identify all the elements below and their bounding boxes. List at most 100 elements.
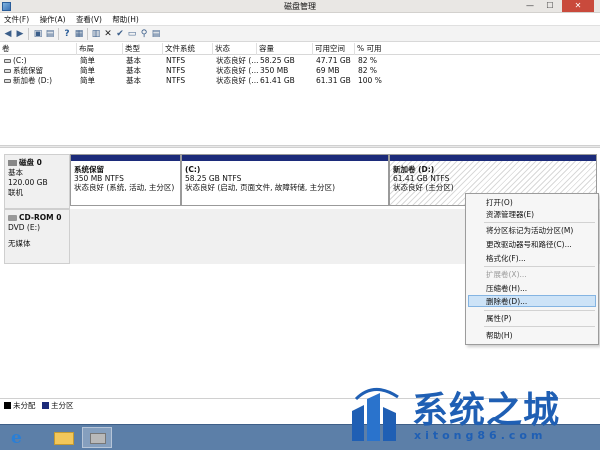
menu-help[interactable]: 帮助(H)	[108, 13, 143, 25]
legend-primary: 主分区	[51, 401, 74, 410]
free-space-cell: 61.31 GB	[316, 76, 351, 85]
table-row[interactable]: 新加卷 (D:) 简单 基本 NTFS 状态良好 (... 61.41 GB 6…	[0, 76, 600, 86]
internet-explorer-icon[interactable]: e	[5, 427, 33, 448]
partition-size: 61.41 GB NTFS	[393, 174, 450, 183]
console-tree-icon[interactable]: ▣	[33, 29, 43, 39]
drive-icon	[4, 59, 11, 63]
disk0-size: 120.00 GB	[8, 178, 48, 187]
column-volume[interactable]: 卷	[0, 43, 76, 55]
partition-name: 新加卷 (D:)	[393, 165, 435, 174]
table-row[interactable]: 系统保留 简单 基本 NTFS 状态良好 (... 350 MB 69 MB 8…	[0, 66, 600, 76]
volume-name: 系统保留	[13, 66, 43, 75]
partition-name: 系统保留	[74, 165, 104, 174]
capacity-cell: 350 MB	[260, 66, 289, 75]
partition-info: 系统保留 350 MB NTFS 状态良好 (系统, 活动, 主分区)	[74, 165, 174, 192]
disk-management-taskbar-icon[interactable]	[82, 427, 112, 448]
menu-separator	[484, 326, 595, 327]
view-list-icon[interactable]: ▦	[74, 29, 84, 39]
menu-action[interactable]: 操作(A)	[36, 13, 70, 25]
connect-icon[interactable]: ▥	[91, 29, 101, 39]
toolbar: ◀ ▶ ▣ ▤ ? ▦ ▥ ✕ ✔ ▭ ⚲ ▤	[0, 25, 600, 42]
minimize-button[interactable]: —	[520, 0, 540, 12]
menu-change-drive-letter[interactable]: 更改驱动器号和路径(C)...	[486, 239, 572, 250]
watermark: 系统之城 xitong86.com	[340, 379, 600, 450]
capacity-cell: 58.25 GB	[260, 56, 295, 65]
disk0-title: 磁盘 0	[8, 158, 66, 168]
column-capacity[interactable]: 容量	[256, 43, 312, 55]
menu-separator	[484, 310, 595, 311]
status-cell: 状态良好 (...	[216, 56, 259, 65]
filesystem-cell: NTFS	[166, 66, 186, 75]
cdrom-icon	[8, 215, 17, 221]
column-percent-free[interactable]: % 可用	[354, 43, 404, 55]
back-arrow-icon[interactable]: ◀	[3, 29, 13, 39]
close-button[interactable]: ✕	[562, 0, 594, 12]
capacity-cell: 61.41 GB	[260, 76, 295, 85]
toolbar-separator	[87, 28, 88, 40]
menu-bar: 文件(F) 操作(A) 查看(V) 帮助(H)	[0, 13, 600, 25]
partition-size: 350 MB NTFS	[74, 174, 124, 183]
partition-c[interactable]: (C:) 58.25 GB NTFS 状态良好 (启动, 页面文件, 故障转储,…	[181, 154, 389, 206]
primary-partition-bar	[390, 155, 596, 161]
partition-size: 58.25 GB NTFS	[185, 174, 242, 183]
percent-free-cell: 82 %	[358, 66, 378, 75]
menu-delete-volume[interactable]: 删除卷(D)...	[486, 296, 527, 307]
partition-status: 状态良好 (系统, 活动, 主分区)	[74, 183, 175, 192]
partition-status: 状态良好 (主分区)	[393, 183, 454, 192]
column-free-space[interactable]: 可用空间	[312, 43, 354, 55]
primary-partition-bar	[182, 155, 388, 161]
percent-free-cell: 100 %	[358, 76, 382, 85]
partition-info: (C:) 58.25 GB NTFS 状态良好 (启动, 页面文件, 故障转储,…	[185, 165, 335, 192]
type-cell: 基本	[126, 66, 141, 75]
list-view-icon[interactable]: ▤	[151, 29, 161, 39]
properties-icon[interactable]: ▤	[45, 29, 55, 39]
file-explorer-icon[interactable]	[50, 427, 78, 448]
legend-unallocated: 未分配	[13, 401, 36, 410]
drive-icon	[4, 69, 11, 73]
cdrom0-name: CD-ROM 0	[19, 213, 62, 222]
search-icon[interactable]: ⚲	[139, 29, 149, 39]
menu-shrink-volume[interactable]: 压缩卷(H)...	[486, 283, 527, 294]
menu-file[interactable]: 文件(F)	[0, 13, 33, 25]
watermark-url: xitong86.com	[414, 429, 547, 442]
disk0-type: 基本	[8, 168, 23, 177]
drive-icon	[4, 79, 11, 83]
menu-format[interactable]: 格式化(F)...	[486, 253, 526, 264]
toolbar-separator	[58, 28, 59, 40]
open-folder-icon[interactable]: ▭	[127, 29, 137, 39]
maximize-button[interactable]: ☐	[540, 0, 560, 12]
forward-arrow-icon[interactable]: ▶	[15, 29, 25, 39]
menu-help-item[interactable]: 帮助(H)	[486, 330, 513, 341]
help-icon[interactable]: ?	[62, 29, 72, 39]
type-cell: 基本	[126, 56, 141, 65]
type-cell: 基本	[126, 76, 141, 85]
menu-view[interactable]: 查看(V)	[72, 13, 106, 25]
context-menu: 打开(O) 资源管理器(E) 将分区标记为活动分区(M) 更改驱动器号和路径(C…	[465, 193, 599, 345]
column-filesystem[interactable]: 文件系统	[162, 43, 212, 55]
volume-name: (C:)	[13, 56, 27, 65]
disk0-label[interactable]: 磁盘 0 基本 120.00 GB 联机	[4, 154, 70, 209]
primary-partition-bar	[71, 155, 180, 161]
menu-separator	[484, 222, 595, 223]
menu-explorer[interactable]: 资源管理器(E)	[486, 209, 534, 220]
column-layout[interactable]: 布局	[76, 43, 122, 55]
volume-name-cell: (C:)	[2, 56, 27, 66]
column-status[interactable]: 状态	[212, 43, 256, 55]
column-type[interactable]: 类型	[122, 43, 162, 55]
menu-open[interactable]: 打开(O)	[486, 197, 513, 208]
cdrom0-title: CD-ROM 0	[8, 213, 66, 223]
percent-free-cell: 82 %	[358, 56, 378, 65]
cdrom0-label[interactable]: CD-ROM 0 DVD (E:) 无媒体	[4, 209, 70, 264]
menu-properties[interactable]: 属性(P)	[486, 313, 511, 324]
filesystem-cell: NTFS	[166, 56, 186, 65]
delete-icon[interactable]: ✕	[103, 29, 113, 39]
partition-system-reserved[interactable]: 系统保留 350 MB NTFS 状态良好 (系统, 活动, 主分区)	[70, 154, 181, 206]
check-disk-icon[interactable]: ✔	[115, 29, 125, 39]
menu-extend-volume[interactable]: 扩展卷(X)...	[486, 269, 527, 280]
disk0-status: 联机	[8, 188, 23, 197]
toolbar-separator	[28, 28, 29, 40]
free-space-cell: 69 MB	[316, 66, 340, 75]
table-row[interactable]: (C:) 简单 基本 NTFS 状态良好 (... 58.25 GB 47.71…	[0, 56, 600, 66]
menu-mark-active[interactable]: 将分区标记为活动分区(M)	[486, 225, 573, 236]
volume-name-cell: 新加卷 (D:)	[2, 76, 52, 86]
